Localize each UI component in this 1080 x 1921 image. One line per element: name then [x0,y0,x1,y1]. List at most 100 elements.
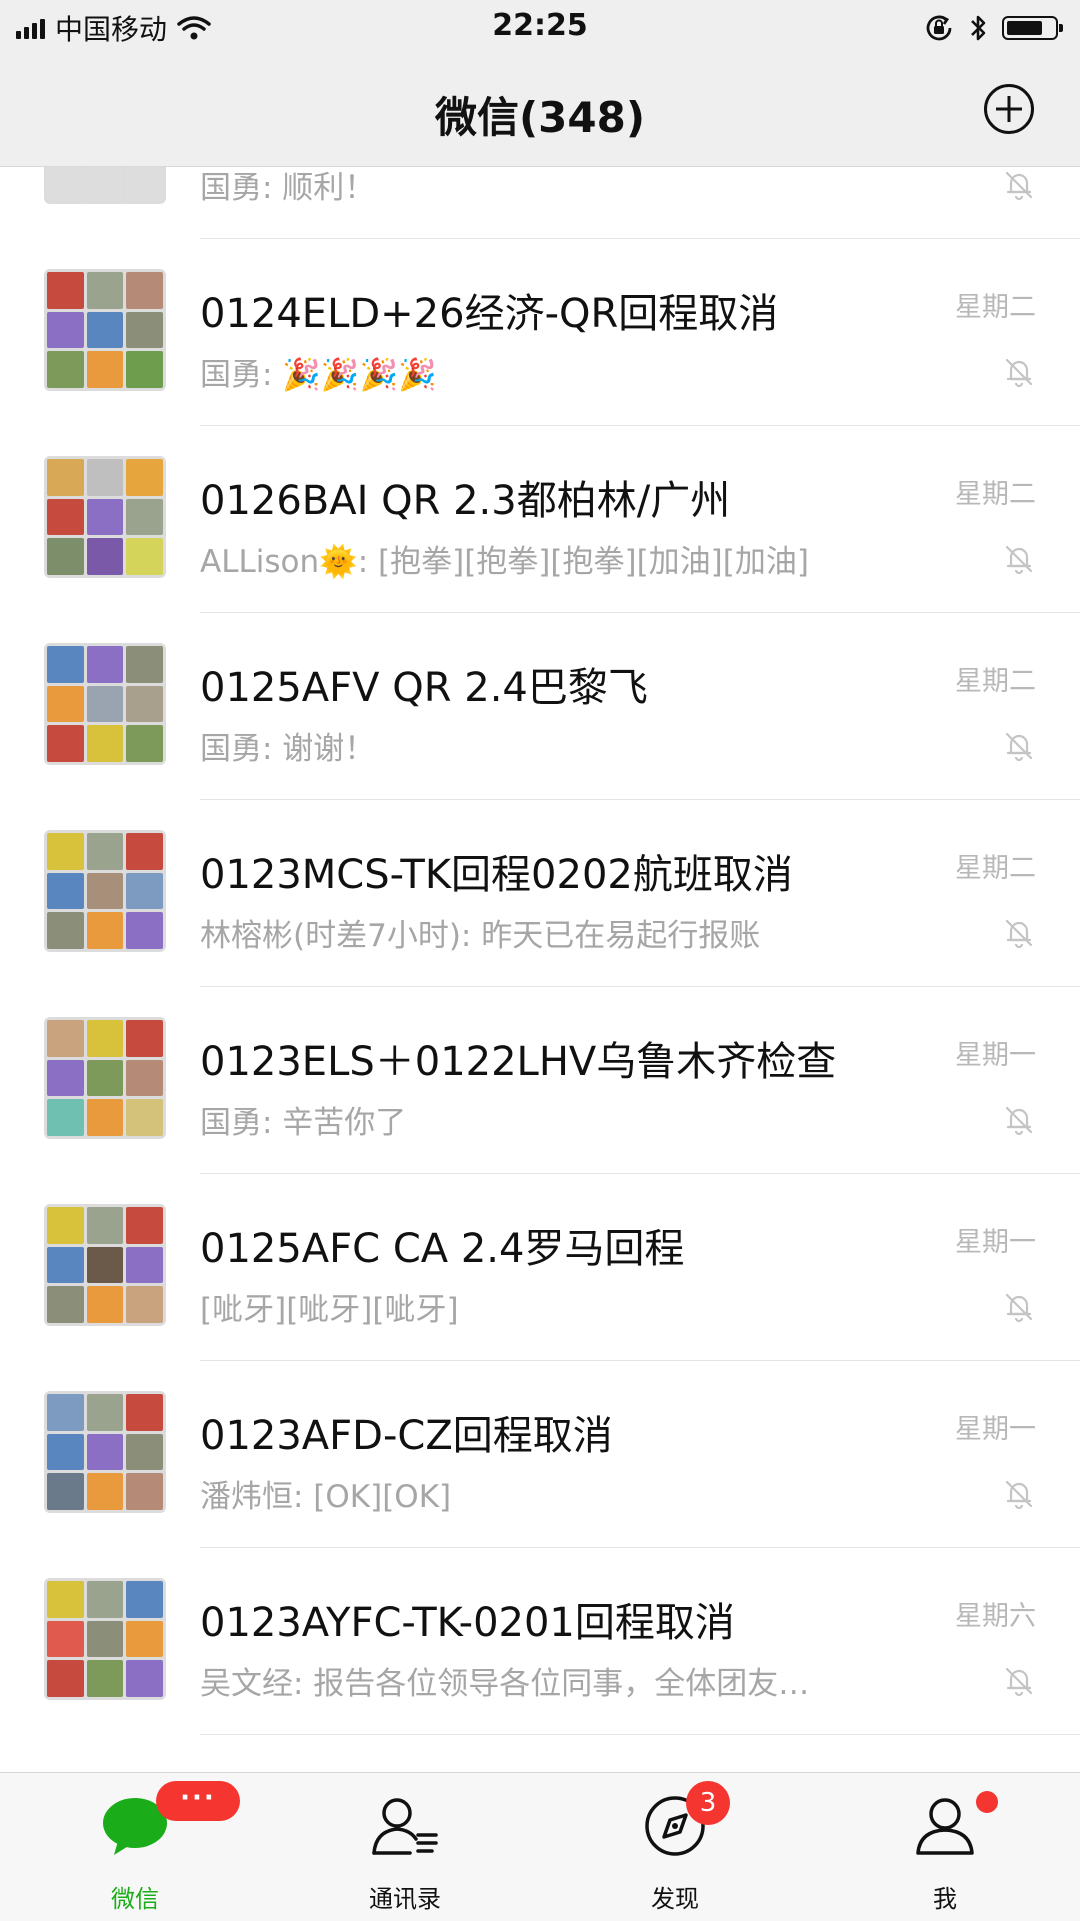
avatar-tile [126,1433,163,1471]
avatar-tile [86,1473,124,1510]
avatar-tile [126,912,163,949]
avatar-tile [47,833,84,870]
avatar-tile [126,311,163,349]
rotation-lock-icon [926,15,952,41]
avatar-tile [86,833,124,870]
chat-name: 0125AFC CA 2.4罗马回程 [200,1226,685,1272]
avatar-tile [47,1246,84,1284]
chat-preview: 吴文经: 报告各位领导各位同事，全体团友… [200,1666,810,1702]
avatar-tile [47,1394,84,1431]
avatar-tile [126,685,163,723]
chat-list-item[interactable]: 0123AYFC-TK-0201回程取消 吴文经: 报告各位领导各位同事，全体团友… [0,1548,1080,1735]
avatar-tile [86,1660,124,1697]
chat-list-item[interactable]: 0125AFC CA 2.4罗马回程 [呲牙][呲牙][呲牙] 星期一 [0,1174,1080,1361]
group-avatar [44,166,166,204]
avatar-tile [86,538,124,575]
chat-list-item[interactable]: 0126BAI QR 2.3都柏林/广州 ALLison🌞: [抱拳][抱拳][抱… [0,426,1080,613]
avatar-tile [47,166,84,201]
avatar-tile [126,459,163,496]
avatar-tile [126,1020,163,1057]
group-avatar [44,1391,166,1513]
avatar-tile [126,1620,163,1658]
status-bar: 中国移动 22:25 [0,0,1080,52]
avatar-tile [126,646,163,683]
avatar-tile [47,725,84,762]
mute-bell-icon [1005,732,1033,762]
chat-list-item[interactable]: 0123ELS＋0122LHV乌鲁木齐检查 国勇: 辛苦你了 星期一 [0,987,1080,1174]
tab-discover[interactable]: 3 发现 [540,1773,810,1921]
page-title: 微信(348) [434,93,646,142]
avatar-tile [47,685,84,723]
avatar-tile [86,1059,124,1097]
battery-icon [1002,16,1063,40]
avatar-tile [86,311,124,349]
mute-bell-icon [1005,171,1033,201]
chat-time: 星期二 [955,853,1036,884]
avatar-tile [86,166,124,201]
chat-preview: 国勇: 🎉🎉🎉🎉 [200,357,437,393]
chat-list-item[interactable]: 0125AFV QR 2.4巴黎飞 国勇: 谢谢！ 星期二 [0,613,1080,800]
avatar-tile [126,1246,163,1284]
avatar-tile [126,166,163,201]
avatar-tile [126,1473,163,1510]
avatar-tile [86,498,124,536]
avatar-tile [47,1581,84,1618]
battery-level [1007,21,1042,35]
chat-time: 星期二 [955,666,1036,697]
chat-name: 0124ELD+26经济-QR回程取消 [200,291,779,337]
chat-name: 0126BAI QR 2.3都柏林/广州 [200,478,731,524]
chat-list-item[interactable]: 0123AFD-CZ回程取消 潘炜恒: [OK][OK] 星期一 [0,1361,1080,1548]
chat-name: 0123ELS＋0122LHV乌鲁木齐检查 [200,1039,837,1085]
chat-preview: 国勇: 顺利！ [200,170,376,206]
chat-list-item[interactable]: 0124ELD+26经济-QR回程取消 国勇: 🎉🎉🎉🎉 星期二 [0,239,1080,426]
tab-label: 微信 [111,1885,159,1913]
avatar-tile [126,272,163,309]
chat-time: 星期一 [955,1414,1036,1445]
avatar-tile [126,351,163,388]
avatar-tile [126,833,163,870]
avatar-tile [86,1581,124,1618]
discover-badge: 3 [686,1781,730,1825]
clock: 22:25 [492,8,588,43]
avatar-tile [47,1059,84,1097]
chat-list-item[interactable]: 国勇: 顺利！ [0,166,1080,239]
avatar-tile [86,1286,124,1323]
avatar-tile [86,272,124,309]
tab-bar: ··· 微信 通讯录 3 发现 我 [0,1772,1080,1921]
tab-me[interactable]: 我 [810,1773,1080,1921]
group-avatar [44,1204,166,1326]
plus-circle-icon[interactable] [984,84,1034,134]
avatar-tile [126,498,163,536]
tab-label: 我 [933,1885,957,1913]
chat-time: 星期一 [955,1040,1036,1071]
avatar-tile [47,872,84,910]
avatar-tile [47,1020,84,1057]
tab-label: 发现 [651,1885,699,1913]
mute-bell-icon [1005,545,1033,575]
tab-label: 通讯录 [369,1885,441,1913]
chat-name: 0125AFV QR 2.4巴黎飞 [200,665,648,711]
mute-bell-icon [1005,1106,1033,1136]
chat-time: 星期一 [955,1227,1036,1258]
avatar-tile [86,459,124,496]
header: 中国移动 22:25 微信(348) [0,0,1080,167]
avatar-tile [47,311,84,349]
avatar-tile [126,1059,163,1097]
mute-bell-icon [1005,1667,1033,1697]
avatar-tile [86,872,124,910]
chat-preview: 林榕彬(时差7小时): 昨天已在易起行报账 [200,918,761,954]
avatar-tile [47,459,84,496]
chat-list-item[interactable]: 0123MCS-TK回程0202航班取消林榕彬(时差7小时): 昨天已在易起行报… [0,800,1080,987]
avatar-tile [126,872,163,910]
avatar-tile [47,646,84,683]
avatar-tile [47,1207,84,1244]
chat-name: 0123MCS-TK回程0202航班取消 [200,852,793,898]
avatar-tile [47,538,84,575]
tab-contacts[interactable]: 通讯录 [270,1773,540,1921]
avatar-tile [86,912,124,949]
avatar-tile [86,1099,124,1136]
tab-wechat[interactable]: ··· 微信 [0,1773,270,1921]
chat-list[interactable]: 国勇: 顺利！ 0124ELD+26经济-QR回程取消 国勇: 🎉🎉🎉🎉 星期二 012… [0,166,1080,1772]
chat-preview: ALLison🌞: [抱拳][抱拳][抱拳][加油][加油] [200,544,809,580]
chat-time: 星期六 [955,1601,1036,1632]
